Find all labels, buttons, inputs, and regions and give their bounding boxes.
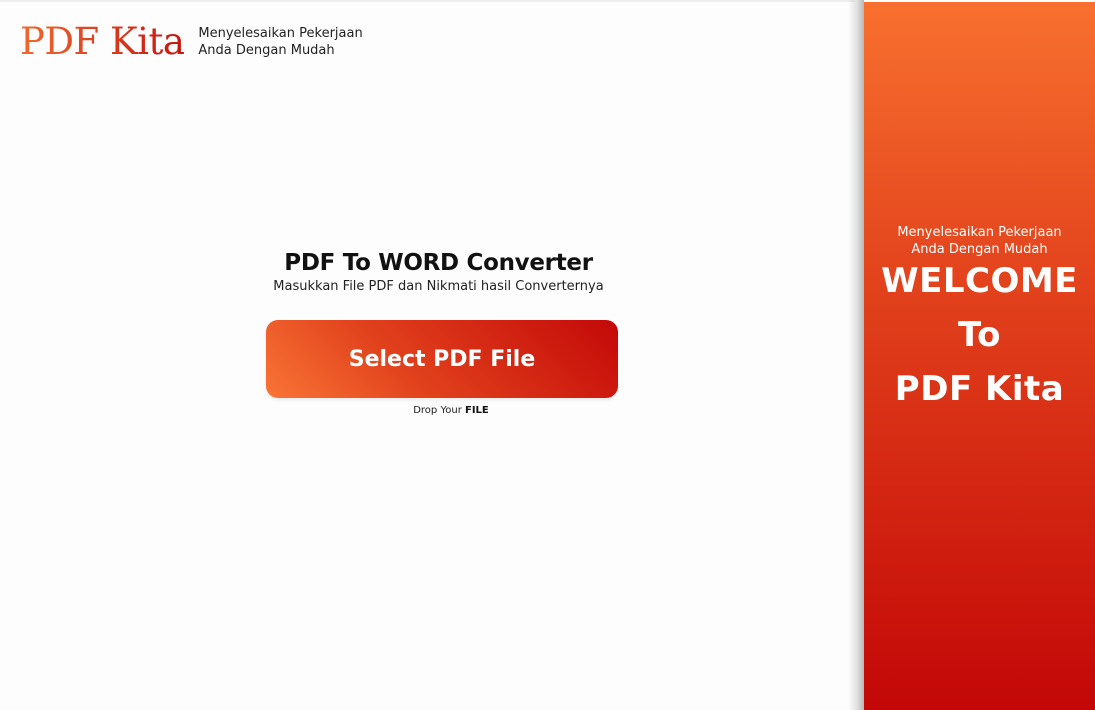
page-subtitle: Masukkan File PDF dan Nikmati hasil Conv… xyxy=(273,279,604,294)
side-panel-tagline: Menyelesaikan Pekerjaan Anda Dengan Muda… xyxy=(864,224,1095,258)
drop-hint-prefix: Drop Your xyxy=(413,405,462,416)
side-panel-shadow xyxy=(848,0,864,710)
welcome-heading: WELCOME To PDF Kita xyxy=(864,254,1095,416)
welcome-line3: PDF Kita xyxy=(894,369,1065,409)
logo[interactable]: PDF Kita xyxy=(20,20,185,64)
select-pdf-file-button[interactable]: Select PDF File xyxy=(266,320,618,398)
page-title: PDF To WORD Converter xyxy=(284,250,593,276)
drop-zone-hint[interactable]: Drop Your FILE xyxy=(266,404,636,418)
header-tagline-line1: Menyelesaikan Pekerjaan xyxy=(198,26,363,41)
header-tagline: Menyelesaikan Pekerjaan Anda Dengan Muda… xyxy=(198,25,383,59)
welcome-line1: WELCOME xyxy=(881,261,1078,301)
drop-hint-emphasis: FILE xyxy=(465,405,489,416)
welcome-line2: To xyxy=(957,315,1002,355)
top-divider xyxy=(0,0,855,2)
welcome-side-panel: Menyelesaikan Pekerjaan Anda Dengan Muda… xyxy=(864,2,1095,710)
header: PDF Kita Menyelesaikan Pekerjaan Anda De… xyxy=(20,20,383,64)
header-tagline-line2: Anda Dengan Mudah xyxy=(198,43,335,58)
converter-section: PDF To WORD Converter Masukkan File PDF … xyxy=(200,248,677,295)
page: PDF Kita Menyelesaikan Pekerjaan Anda De… xyxy=(0,0,1095,710)
side-tagline-line1: Menyelesaikan Pekerjaan xyxy=(897,225,1062,240)
